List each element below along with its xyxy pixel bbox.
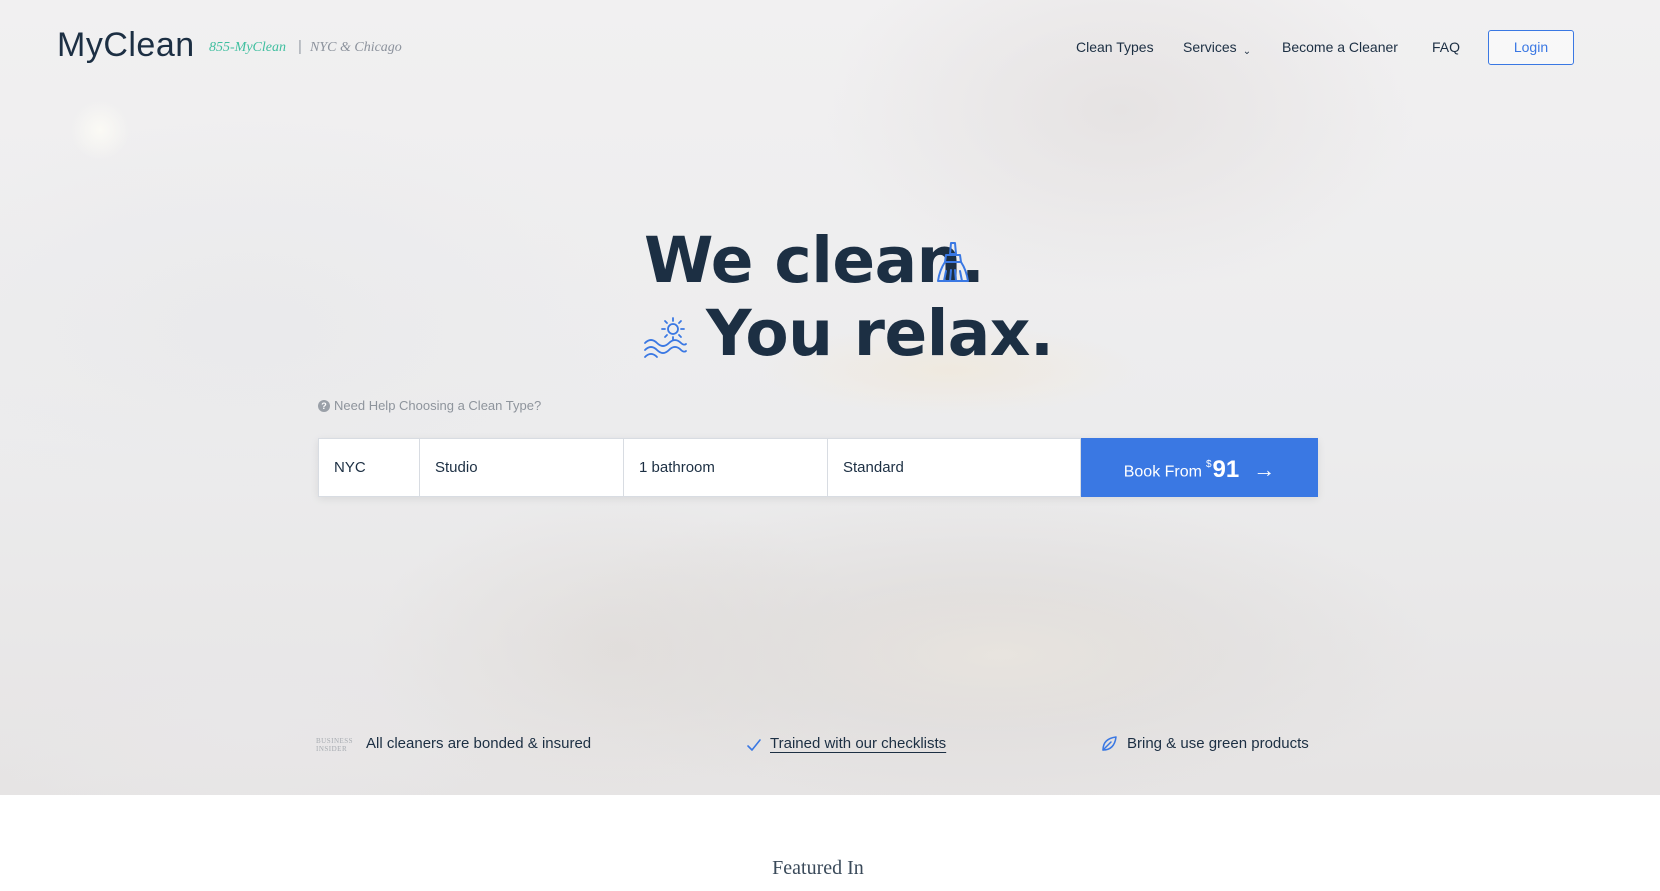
logo[interactable]: MyClean [57,26,195,65]
clean-type-select[interactable]: Standard [827,438,1081,497]
phone-number[interactable]: 855-MyClean [209,40,286,56]
check-icon [747,739,761,751]
book-label: Book From [1123,463,1202,481]
booking-bar: NYC Studio 1 bathroom Standard Book From… [318,438,1318,497]
header-separator: | [298,38,302,55]
nav-services[interactable]: Services ⌄ [1183,39,1252,57]
hero-background [0,0,1660,795]
home-size-select[interactable]: Studio [419,438,624,497]
business-insider-logo: BUSINESS INSIDER [316,737,354,753]
question-icon: ? [318,400,330,412]
chevron-down-icon: ⌄ [1242,46,1252,57]
city-select[interactable]: NYC [318,438,420,497]
book-button[interactable]: Book From $91 → [1081,438,1318,497]
arrow-right-icon: → [1253,457,1276,483]
badge-bonded-insured: All cleaners are bonded & insured [366,735,592,752]
broom-icon [937,242,969,282]
sun-waves-icon [644,317,687,358]
help-choosing-link[interactable]: ? Need Help Choosing a Clean Type? [318,398,541,413]
leaf-icon [1102,736,1117,751]
bathrooms-select[interactable]: 1 bathroom [623,438,828,497]
light-glow [70,100,130,160]
service-cities: NYC & Chicago [310,40,402,55]
badge-trained-checklists[interactable]: Trained with our checklists [770,735,946,752]
headline-you-relax: You relax. [706,297,1054,370]
socks-image-area [720,560,1280,750]
currency-symbol: $ [1205,459,1212,470]
book-price: 91 [1212,456,1240,484]
nav-clean-types[interactable]: Clean Types [1076,39,1154,55]
login-button[interactable]: Login [1488,30,1574,65]
nav-faq[interactable]: FAQ [1432,39,1460,55]
help-text: Need Help Choosing a Clean Type? [334,398,542,413]
nav-become-cleaner[interactable]: Become a Cleaner [1282,39,1398,55]
featured-in-title: Featured In [772,857,864,879]
badge-green-products: Bring & use green products [1127,735,1309,752]
site-header: MyClean 855-MyClean | NYC & Chicago Clea… [0,0,1660,96]
nav-services-label: Services [1183,39,1237,55]
